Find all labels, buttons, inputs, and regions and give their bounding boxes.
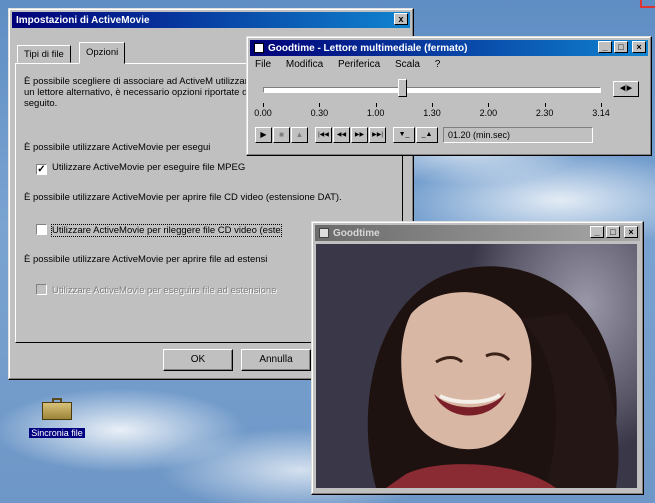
settings-titlebar[interactable]: Impostazioni di ActiveMovie x <box>12 12 410 28</box>
scroll-arrows-button[interactable]: ◀|▶ <box>613 81 639 97</box>
close-icon[interactable]: × <box>632 41 646 53</box>
checkbox-checked-icon: ✓ <box>36 164 47 175</box>
maximize-icon[interactable]: □ <box>606 226 620 238</box>
tick-mark <box>375 103 377 107</box>
checkbox-mpeg-label: Utilizzare ActiveMovie per eseguire file… <box>52 162 246 173</box>
menu-file[interactable]: File <box>255 59 271 70</box>
video-frame <box>316 244 637 488</box>
tick-label: 1.00 <box>366 108 385 118</box>
tab-label: Tipi di file <box>24 49 64 60</box>
film-icon <box>319 228 329 238</box>
time-display: 01.20 (min.sec) <box>443 127 593 143</box>
desktop-icon-label: Sincronia file <box>29 428 85 438</box>
next-mark-icon[interactable]: ▶▶| <box>369 127 386 143</box>
section2-text: È possibile utilizzare ActiveMovie per a… <box>24 192 342 203</box>
checkbox-cdvideo-label: Utilizzare ActiveMovie per rileggere fil… <box>51 224 282 237</box>
tick-label: 0.00 <box>254 108 272 118</box>
tick-mark <box>319 103 321 107</box>
intro-text: È possibile scegliere di associare ad Ac… <box>24 76 254 109</box>
settings-title: Impostazioni di ActiveMovie <box>16 14 150 26</box>
desktop-icon-sync[interactable]: Sincronia file <box>22 398 92 439</box>
fast-forward-icon[interactable]: ▶▶ <box>351 127 368 143</box>
minimize-icon[interactable]: _ <box>590 226 604 238</box>
time-scale: 0.00 0.30 1.00 1.30 2.00 2.30 3.14 <box>254 103 610 119</box>
menu-device[interactable]: Periferica <box>338 59 380 70</box>
mark-out-icon[interactable]: _▲ <box>416 127 438 143</box>
player-title: Goodtime - Lettore multimediale (fermato… <box>268 42 468 54</box>
close-icon[interactable]: × <box>624 226 638 238</box>
cancel-button[interactable]: Annulla <box>241 349 311 371</box>
position-slider[interactable] <box>257 79 607 101</box>
eject-icon[interactable]: ▲ <box>291 127 308 143</box>
slider-thumb[interactable] <box>397 79 407 97</box>
tick-mark <box>601 103 602 107</box>
previous-mark-icon[interactable]: |◀◀ <box>315 127 332 143</box>
film-icon <box>254 43 264 53</box>
checkbox-empty-icon <box>36 224 47 235</box>
menu-edit[interactable]: Modifica <box>286 59 323 70</box>
player-controls: ▶ ■ ▲ |◀◀ ◀◀ ▶▶ ▶▶| ▼_ _▲ 01.20 (min.sec… <box>255 127 593 143</box>
checkbox-cdvideo[interactable]: Utilizzare ActiveMovie per rileggere fil… <box>36 224 282 237</box>
corner-marker <box>640 0 655 8</box>
checkbox-ext-disabled: Utilizzare ActiveMovie per eseguire file… <box>36 284 276 296</box>
checkbox-mpeg[interactable]: ✓ Utilizzare ActiveMovie per eseguire fil… <box>36 162 245 175</box>
close-icon[interactable]: x <box>394 13 408 25</box>
mark-in-icon[interactable]: ▼_ <box>393 127 415 143</box>
tick-label: 2.00 <box>479 108 498 118</box>
section1-text: È possibile utilizzare ActiveMovie per e… <box>24 142 211 153</box>
tick-mark <box>432 103 433 107</box>
section3-text: È possibile utilizzare ActiveMovie per a… <box>24 254 268 265</box>
menu-help[interactable]: ? <box>435 59 441 70</box>
tick-label: 3.14 <box>592 108 610 118</box>
maximize-icon[interactable]: □ <box>614 41 628 53</box>
tick-label: 2.30 <box>535 108 554 118</box>
tick-mark <box>544 103 546 107</box>
player-menubar: File Modifica Periferica Scala ? <box>255 59 452 70</box>
tab-label: Opzioni <box>86 47 119 58</box>
stop-icon[interactable]: ■ <box>273 127 290 143</box>
checkbox-disabled-icon <box>36 284 47 295</box>
briefcase-icon <box>42 398 72 420</box>
checkbox-ext-label: Utilizzare ActiveMovie per eseguire file… <box>52 285 277 296</box>
tick-label: 1.30 <box>423 108 441 118</box>
menu-scale[interactable]: Scala <box>395 59 420 70</box>
tab-options[interactable]: Opzioni <box>79 42 126 64</box>
player-titlebar[interactable]: Goodtime - Lettore multimediale (fermato… <box>250 40 648 56</box>
video-image <box>367 266 619 488</box>
tick-mark <box>263 103 264 107</box>
tick-mark <box>488 103 490 107</box>
video-window: Goodtime _ □ × <box>311 221 644 495</box>
minimize-icon[interactable]: _ <box>598 41 612 53</box>
slider-track <box>263 87 601 93</box>
video-title: Goodtime <box>333 227 380 239</box>
tick-label: 0.30 <box>310 108 329 118</box>
video-titlebar[interactable]: Goodtime _ □ × <box>315 225 640 241</box>
play-icon[interactable]: ▶ <box>255 127 272 143</box>
rewind-icon[interactable]: ◀◀ <box>333 127 350 143</box>
player-window: Goodtime - Lettore multimediale (fermato… <box>246 36 652 156</box>
ok-button[interactable]: OK <box>163 349 233 371</box>
tab-file-types[interactable]: Tipi di file <box>17 45 71 63</box>
